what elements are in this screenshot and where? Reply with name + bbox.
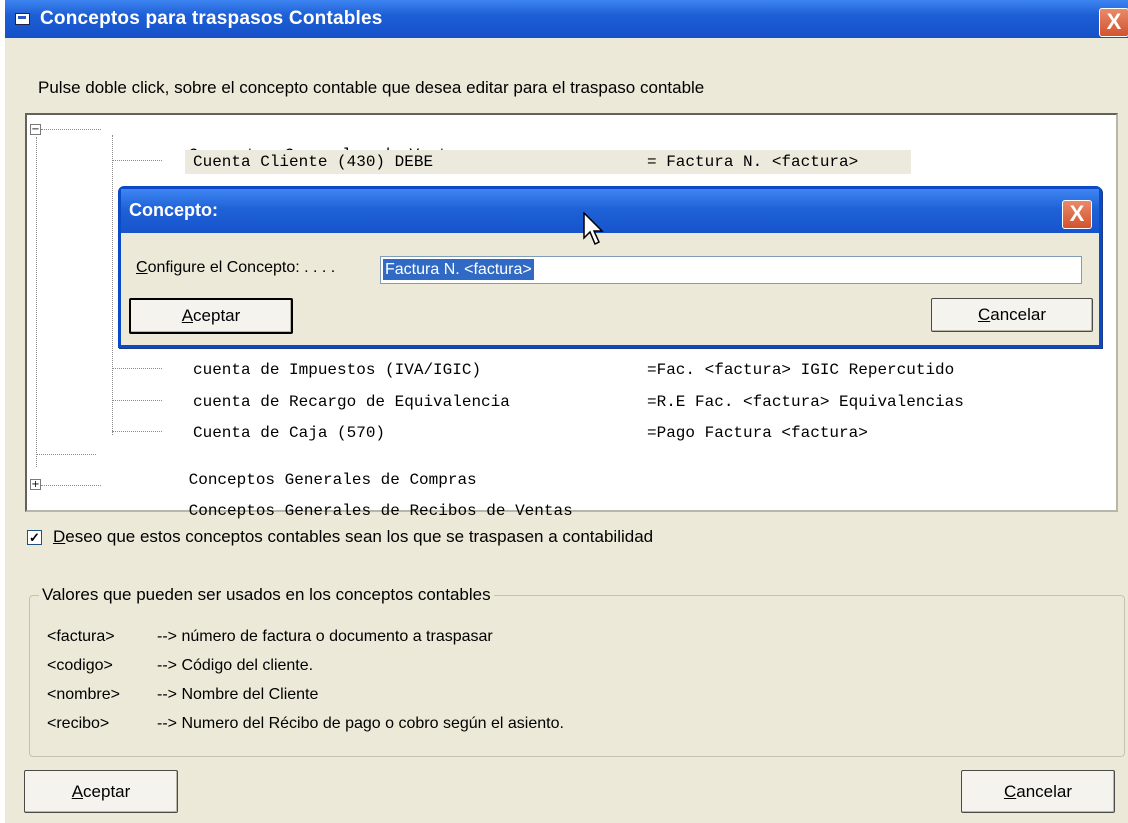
tree-item-label: cuenta de Impuestos (IVA/IGIC) — [193, 361, 482, 379]
label-text: eseo que estos conceptos contables sean … — [65, 527, 654, 546]
mnemonic: C — [1003, 782, 1017, 801]
main-window: Conceptos para traspasos Contables X Pul… — [5, 0, 1128, 823]
tree-group-ventas[interactable]: Conceptos Generales de Ventas — [131, 119, 467, 164]
tree-item-value: =Pago Factura <factura> — [647, 424, 868, 442]
expand-icon[interactable]: + — [30, 479, 41, 490]
legend-code: <nombre> — [47, 686, 120, 703]
dialog-cancel-button[interactable]: Cancelar — [931, 298, 1093, 332]
legend-code: <factura> — [47, 628, 115, 645]
transfer-checkbox-label[interactable]: Deseo que estos conceptos contables sean… — [53, 527, 653, 547]
legend-desc: --> Numero del Récibo de pago o cobro se… — [157, 715, 564, 732]
close-button[interactable]: X — [1099, 8, 1128, 37]
tree-line — [112, 431, 162, 432]
dialog-title: Concepto: — [129, 200, 218, 220]
window-title: Conceptos para traspasos Contables — [40, 8, 383, 29]
tree-line — [112, 368, 162, 369]
tree-group-compras[interactable]: Conceptos Generales de Compras — [131, 444, 477, 489]
mnemonic: C — [136, 259, 148, 276]
tree-line — [36, 454, 96, 455]
cancel-button[interactable]: Cancelar — [961, 770, 1115, 813]
button-label: ceptar — [83, 782, 131, 801]
tree-item-value: = Factura N. <factura> — [647, 153, 859, 171]
dialog-title-bar[interactable]: Concepto: X — [121, 189, 1099, 233]
tree-item-impuestos[interactable]: cuenta de Impuestos (IVA/IGIC) =Fac. <fa… — [185, 358, 1085, 382]
collapse-icon[interactable]: − — [30, 124, 41, 135]
legend-desc: --> Nombre del Cliente — [157, 686, 319, 703]
legend-desc: --> número de factura o documento a tras… — [157, 628, 493, 645]
concept-input-value: Factura N. <factura> — [383, 259, 534, 280]
window-icon — [15, 13, 30, 25]
mnemonic: A — [71, 782, 84, 801]
legend-code: <recibo> — [47, 715, 110, 732]
concept-dialog: Concepto: X Configure el Concepto: . . .… — [118, 186, 1102, 348]
mouse-cursor-icon — [583, 212, 604, 246]
instructions-text: Pulse doble click, sobre el concepto con… — [38, 78, 705, 97]
tree-line — [112, 135, 113, 435]
tree-group-label: Conceptos Generales de Recibos de Ventas — [188, 502, 573, 520]
concept-input[interactable]: Factura N. <factura> — [380, 256, 1082, 284]
tree-item-label: cuenta de Recargo de Equivalencia — [193, 393, 510, 411]
label-text: onfigure el Concepto: . . . . — [147, 259, 336, 276]
tree-item-label: Cuenta de Caja (570) — [193, 424, 386, 442]
tree-item-value: =Fac. <factura> IGIC Repercutido — [647, 361, 955, 379]
tree-item-label: Cuenta Cliente (430) DEBE — [193, 153, 434, 171]
button-label: ancelar — [990, 305, 1047, 324]
button-label: ceptar — [193, 306, 241, 325]
concept-label: Configure el Concepto: . . . . — [136, 259, 335, 277]
tree-group-recibos[interactable]: Conceptos Generales de Recibos de Ventas — [131, 475, 573, 520]
mnemonic: D — [53, 527, 66, 546]
tree-item-value: =R.E Fac. <factura> Equivalencias — [647, 393, 964, 411]
mnemonic: A — [181, 306, 194, 325]
dialog-close-button[interactable]: X — [1062, 200, 1092, 229]
tree-item-caja[interactable]: Cuenta de Caja (570) =Pago Factura <fact… — [185, 421, 1085, 445]
title-bar[interactable]: Conceptos para traspasos Contables X — [5, 0, 1128, 38]
tree-line — [41, 129, 101, 130]
dialog-accept-button[interactable]: Aceptar — [129, 298, 293, 334]
accept-button[interactable]: Aceptar — [24, 770, 178, 813]
mnemonic: C — [977, 305, 991, 324]
tree-line — [41, 485, 101, 486]
tree-item-cuenta-cliente[interactable]: Cuenta Cliente (430) DEBE = Factura N. <… — [185, 150, 911, 174]
legend-code: <codigo> — [47, 657, 113, 674]
legend-desc: --> Código del cliente. — [157, 657, 314, 674]
tree-item-recargo[interactable]: cuenta de Recargo de Equivalencia =R.E F… — [185, 390, 1085, 414]
values-groupbox-title: Valores que pueden ser usados en los con… — [39, 585, 494, 605]
tree-line — [112, 400, 162, 401]
tree-line — [36, 137, 37, 467]
button-label: ancelar — [1016, 782, 1073, 801]
transfer-checkbox[interactable]: ✓ — [27, 530, 42, 545]
